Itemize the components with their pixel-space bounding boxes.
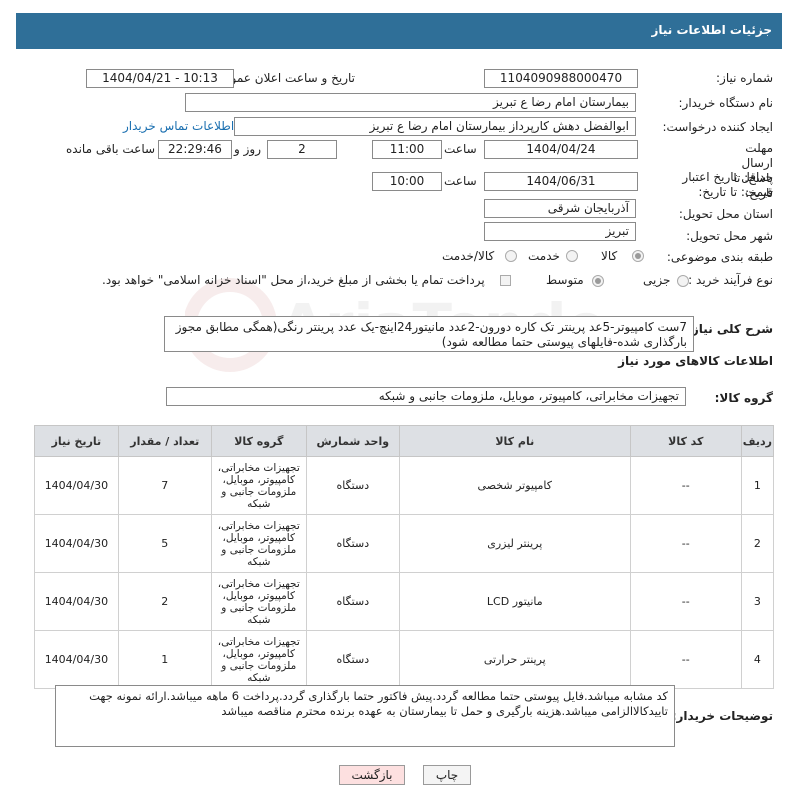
price-validity-time-field[interactable]: 10:00 — [372, 172, 442, 191]
item-group: تجهیزات مخابراتی، کامپیوتر، موبایل، ملزو… — [210, 630, 307, 689]
requester-field[interactable]: ابوالفضل دهش کارپرداز بیمارستان امام رضا… — [234, 117, 636, 136]
buyer-notes-label: توضیحات خریدار: — [671, 709, 773, 723]
item-group: تجهیزات مخابراتی، کامپیوتر، موبایل، ملزو… — [210, 514, 307, 573]
price-validity-label: حداقل تاریخ اعتبار قیمت: تا تاریخ: — [682, 170, 773, 199]
item-quantity: 5 — [117, 514, 212, 573]
item-code: -- — [629, 630, 742, 689]
goods-group-label: گروه کالا: — [714, 391, 773, 405]
item-name: مانیتور LCD — [398, 572, 631, 631]
col-need-date: تاریخ نیاز — [34, 425, 119, 457]
goods-info-title: اطلاعات کالاهای مورد نیاز — [618, 354, 773, 368]
item-need-date: 1404/04/30 — [34, 456, 119, 515]
goods-table-header: ردیف کد کالا نام کالا واحد شمارش گروه کا… — [34, 425, 775, 457]
days-label: روز و — [234, 142, 261, 156]
buyer-notes-field[interactable]: کد مشابه میباشد.فایل پیوستی حتما مطالعه … — [55, 685, 675, 747]
category-service-radio[interactable] — [566, 250, 578, 262]
item-code: -- — [629, 572, 742, 631]
process-medium-radio[interactable] — [592, 275, 604, 287]
item-name: کامپیوتر شخصی — [398, 456, 631, 515]
remaining-time-label: ساعت باقی مانده — [66, 142, 156, 156]
item-unit: دستگاه — [305, 456, 400, 515]
category-goods-radio[interactable] — [632, 250, 644, 262]
price-validity-time-label: ساعت — [444, 174, 477, 188]
buyer-org-field[interactable]: بیمارستان امام رضا ع تبریز — [185, 93, 636, 112]
remaining-time-field[interactable]: 22:29:46 — [158, 140, 232, 159]
need-details-page: جزئیات اطلاعات نیاز AriaTender.neT شماره… — [5, 5, 785, 797]
item-quantity: 2 — [117, 572, 212, 631]
col-quantity: تعداد / مقدار — [117, 425, 212, 457]
category-goods-label: کالا — [601, 249, 618, 263]
category-service-label: خدمت — [528, 249, 560, 263]
province-label: استان محل تحویل: — [678, 207, 773, 221]
treasury-payment-note: پرداخت تمام یا بخشی از مبلغ خرید،از محل … — [102, 273, 485, 287]
city-field[interactable]: تبریز — [484, 222, 636, 241]
item-code: -- — [629, 514, 742, 573]
item-unit: دستگاه — [305, 572, 400, 631]
col-unit: واحد شمارش — [305, 425, 400, 457]
row-number: 4 — [740, 630, 775, 689]
buyer-contact-link[interactable]: اطلاعات تماس خریدار — [123, 119, 234, 133]
item-unit: دستگاه — [305, 630, 400, 689]
buyer-org-label: نام دستگاه خریدار: — [678, 96, 774, 110]
need-number-label: شماره نیاز: — [716, 71, 773, 85]
item-group: تجهیزات مخابراتی، کامپیوتر، موبایل، ملزو… — [210, 572, 307, 631]
item-need-date: 1404/04/30 — [34, 630, 119, 689]
treasury-payment-checkbox[interactable] — [500, 275, 511, 286]
print-button[interactable]: چاپ — [423, 765, 471, 785]
row-number: 3 — [740, 572, 775, 631]
item-group: تجهیزات مخابراتی، کامپیوتر، موبایل، ملزو… — [210, 456, 307, 515]
announce-datetime-field[interactable]: 1404/04/21 - 10:13 — [86, 69, 234, 88]
price-validity-date-field[interactable]: 1404/06/31 — [484, 172, 638, 191]
process-type-label: نوع فرآیند خرید : — [688, 273, 773, 287]
back-button[interactable]: بازگشت — [339, 765, 405, 785]
requester-label: ایجاد کننده درخواست: — [662, 120, 773, 134]
col-row-number: ردیف — [740, 425, 775, 457]
item-need-date: 1404/04/30 — [34, 514, 119, 573]
page-title: جزئیات اطلاعات نیاز — [651, 23, 772, 37]
col-item-code: کد کالا — [629, 425, 742, 457]
deadline-time-label: ساعت — [444, 142, 477, 156]
general-desc-label: شرح کلی نیاز: — [687, 322, 773, 336]
city-label: شهر محل تحویل: — [686, 229, 773, 243]
item-name: پرینتر حرارتی — [398, 630, 631, 689]
table-row[interactable]: 3 -- مانیتور LCD دستگاه تجهیزات مخابراتی… — [34, 572, 775, 631]
category-goods-service-radio[interactable] — [505, 250, 517, 262]
deadline-time-field[interactable]: 11:00 — [372, 140, 442, 159]
remaining-days-field[interactable]: 2 — [267, 140, 337, 159]
item-quantity: 1 — [117, 630, 212, 689]
general-desc-field[interactable]: 7ست کامپیوتر-5عد پرینتر تک کاره دورون-2ع… — [164, 316, 694, 352]
row-number: 2 — [740, 514, 775, 573]
province-field[interactable]: آذربایجان شرقی — [484, 199, 636, 218]
category-label: طبقه بندی موضوعی: — [666, 250, 773, 264]
process-medium-label: متوسط — [546, 273, 584, 287]
item-name: پرینتر لیزری — [398, 514, 631, 573]
need-number-field[interactable]: 1104090988000470 — [484, 69, 638, 88]
item-need-date: 1404/04/30 — [34, 572, 119, 631]
process-minor-radio[interactable] — [677, 275, 689, 287]
item-code: -- — [629, 456, 742, 515]
table-row[interactable]: 2 -- پرینتر لیزری دستگاه تجهیزات مخابرات… — [34, 514, 775, 573]
item-unit: دستگاه — [305, 514, 400, 573]
table-row[interactable]: 1 -- کامپیوتر شخصی دستگاه تجهیزات مخابرا… — [34, 456, 775, 515]
col-item-group: گروه کالا — [210, 425, 307, 457]
goods-table: ردیف کد کالا نام کالا واحد شمارش گروه کا… — [34, 425, 775, 689]
col-item-name: نام کالا — [398, 425, 631, 457]
category-goods-service-label: کالا/خدمت — [442, 249, 495, 263]
table-row[interactable]: 4 -- پرینتر حرارتی دستگاه تجهیزات مخابرا… — [34, 630, 775, 689]
goods-group-field[interactable]: تجهیزات مخابراتی، کامپیوتر، موبایل، ملزو… — [166, 387, 686, 406]
item-quantity: 7 — [117, 456, 212, 515]
process-minor-label: جزیی — [643, 273, 671, 287]
page-header: جزئیات اطلاعات نیاز — [16, 13, 782, 49]
row-number: 1 — [740, 456, 775, 515]
deadline-date-field[interactable]: 1404/04/24 — [484, 140, 638, 159]
